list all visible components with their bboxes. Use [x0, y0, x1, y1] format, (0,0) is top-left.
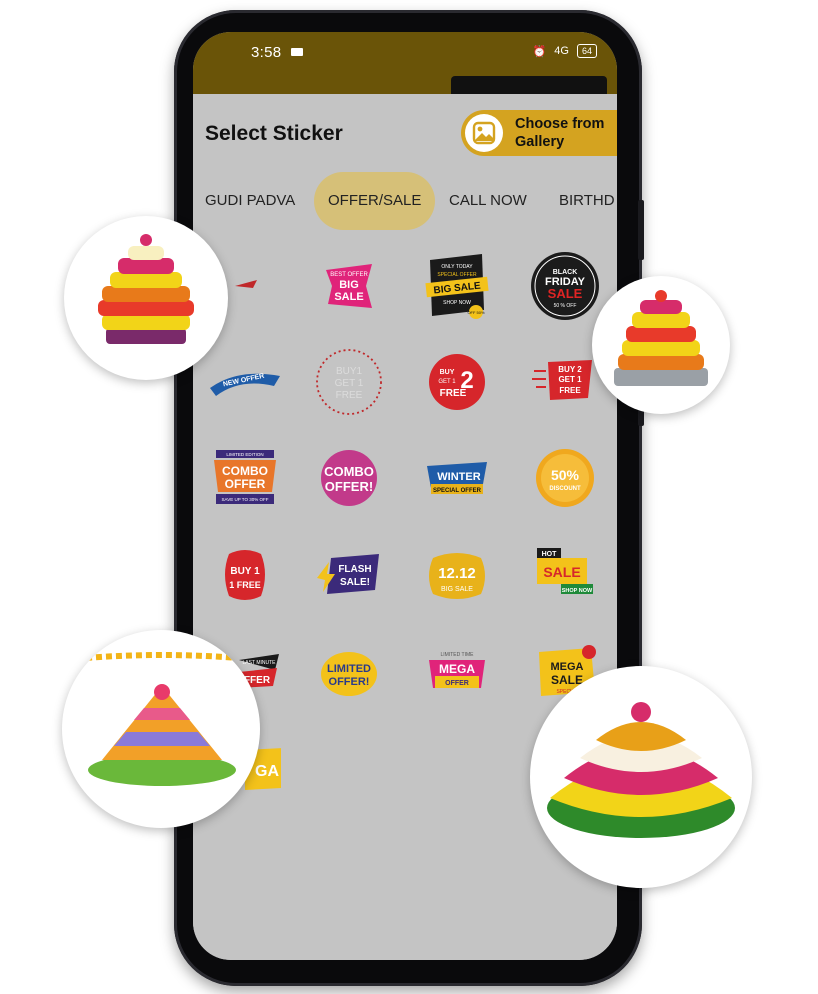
- svg-text:LIMITED EDITION: LIMITED EDITION: [226, 452, 263, 457]
- svg-text:MEGA: MEGA: [551, 661, 584, 673]
- svg-text:FREE: FREE: [336, 390, 363, 401]
- alarm-icon: ⏰: [532, 45, 547, 58]
- svg-text:OFFER: OFFER: [445, 680, 469, 687]
- svg-text:LIMITED: LIMITED: [327, 663, 371, 675]
- combo-offer-bubble-sticker[interactable]: COMBO OFFER!: [309, 438, 389, 518]
- svg-text:ONLY TODAY: ONLY TODAY: [441, 264, 473, 270]
- choose-from-gallery-button[interactable]: Choose from Gallery: [461, 110, 617, 156]
- volume-button: [638, 200, 644, 260]
- svg-text:50 % OFF: 50 % OFF: [554, 303, 577, 309]
- svg-text:MEGA: MEGA: [439, 662, 475, 676]
- svg-text:SPECIAL OFFER: SPECIAL OFFER: [433, 488, 482, 494]
- svg-text:FREE: FREE: [440, 388, 467, 399]
- svg-text:SHOP NOW: SHOP NOW: [562, 588, 593, 594]
- big-sale-sticker[interactable]: BEST OFFER BIG SALE: [309, 246, 389, 326]
- svg-text:SALE: SALE: [548, 286, 583, 301]
- svg-text:BUY 2: BUY 2: [558, 365, 582, 374]
- network-icon: 4G: [554, 45, 569, 57]
- svg-text:GET 1: GET 1: [558, 375, 582, 384]
- status-time: 3:58: [251, 44, 282, 61]
- svg-text:SAVE UP TO 30% OFF: SAVE UP TO 30% OFF: [222, 497, 269, 502]
- gallery-button-label: Choose from Gallery: [515, 116, 605, 150]
- flower-stack-image-1: [64, 216, 228, 380]
- buy1-get2-free-sticker[interactable]: BUY GET 1 2 FREE: [417, 342, 497, 422]
- svg-text:BEST OFFER: BEST OFFER: [330, 272, 368, 278]
- svg-text:BIG SALE: BIG SALE: [441, 586, 473, 593]
- mega-offer-sticker[interactable]: LIMITED TIME MEGA OFFER: [417, 634, 497, 714]
- svg-text:BUY: BUY: [440, 369, 455, 376]
- svg-text:FLASH: FLASH: [338, 564, 371, 575]
- svg-text:LIMITED TIME: LIMITED TIME: [441, 652, 475, 658]
- svg-text:OFFER!: OFFER!: [325, 479, 373, 494]
- sheet-title: Select Sticker: [205, 122, 343, 145]
- hot-sale-sticker[interactable]: HOT SALE SHOP NOW: [525, 536, 605, 616]
- tab-gudi-padva[interactable]: GUDI PADVA: [205, 172, 295, 230]
- tab-birthday[interactable]: BIRTHD: [559, 172, 615, 230]
- svg-text:WINTER: WINTER: [437, 471, 480, 483]
- svg-text:SALE: SALE: [334, 291, 363, 303]
- fifty-percent-discount-sticker[interactable]: 50% DISCOUNT: [525, 438, 605, 518]
- black-friday-sticker[interactable]: BLACK FRIDAY SALE 50 % OFF: [525, 246, 605, 326]
- video-icon: [291, 48, 303, 56]
- svg-text:SPECIAL OFFER: SPECIAL OFFER: [437, 272, 477, 278]
- winter-special-sticker[interactable]: WINTER SPECIAL OFFER: [417, 438, 497, 518]
- svg-text:50%: 50%: [551, 467, 580, 483]
- svg-text:OFFER: OFFER: [225, 477, 266, 491]
- svg-text:BUY1: BUY1: [336, 366, 363, 377]
- svg-text:SHOP NOW: SHOP NOW: [443, 300, 471, 306]
- tab-call-now[interactable]: CALL NOW: [449, 172, 527, 230]
- svg-text:SALE: SALE: [543, 564, 580, 580]
- buy1-get1-free-outline-sticker[interactable]: BUY1 GET 1 FREE: [309, 342, 389, 422]
- svg-text:GET 1: GET 1: [335, 378, 364, 389]
- app-bar: 3:58 ⏰ 4G 64: [193, 32, 617, 112]
- svg-text:GET 1: GET 1: [438, 379, 456, 385]
- svg-text:BLACK: BLACK: [553, 269, 578, 276]
- battery-icon: 64: [576, 44, 597, 58]
- gallery-icon: [465, 114, 503, 152]
- svg-text:BUY 1: BUY 1: [230, 566, 260, 577]
- new-offer-sticker[interactable]: NEW OFFER: [205, 342, 285, 422]
- svg-text:OFF 50%: OFF 50%: [467, 310, 485, 315]
- svg-text:DISCOUNT: DISCOUNT: [549, 486, 581, 492]
- flower-stack-image-4: [530, 666, 752, 888]
- svg-text:SALE!: SALE!: [340, 577, 370, 588]
- limited-offer-sticker[interactable]: LIMITED OFFER!: [309, 634, 389, 714]
- svg-text:BIG: BIG: [339, 279, 359, 291]
- svg-text:COMBO: COMBO: [324, 464, 374, 479]
- flower-stack-image-2: [592, 276, 730, 414]
- combo-offer-sticker[interactable]: LIMITED EDITION COMBO OFFER SAVE UP TO 3…: [205, 438, 285, 518]
- svg-text:OFFER!: OFFER!: [329, 676, 370, 688]
- twelve-twelve-sale-sticker[interactable]: 12.12 BIG SALE: [417, 536, 497, 616]
- svg-text:GA: GA: [255, 763, 279, 780]
- svg-text:COMBO: COMBO: [222, 464, 268, 478]
- category-tabs: GUDI PADVA OFFER/SALE CALL NOW BIRTHD: [193, 172, 617, 230]
- buy1-1free-sticker[interactable]: BUY 1 1 FREE: [205, 536, 285, 616]
- svg-text:12.12: 12.12: [438, 565, 476, 582]
- svg-text:LAST MINUTE: LAST MINUTE: [243, 660, 277, 666]
- only-today-big-sale-sticker[interactable]: ONLY TODAY SPECIAL OFFER BIG SALE SHOP N…: [417, 246, 497, 326]
- svg-text:FREE: FREE: [559, 386, 581, 395]
- status-icons: ⏰ 4G 64: [533, 44, 597, 58]
- flash-sale-sticker[interactable]: FLASH SALE!: [309, 536, 389, 616]
- svg-text:1 FREE: 1 FREE: [229, 580, 261, 590]
- svg-text:HOT: HOT: [542, 551, 558, 558]
- flower-stack-image-3: [62, 630, 260, 828]
- tab-offer-sale[interactable]: OFFER/SALE: [314, 172, 436, 230]
